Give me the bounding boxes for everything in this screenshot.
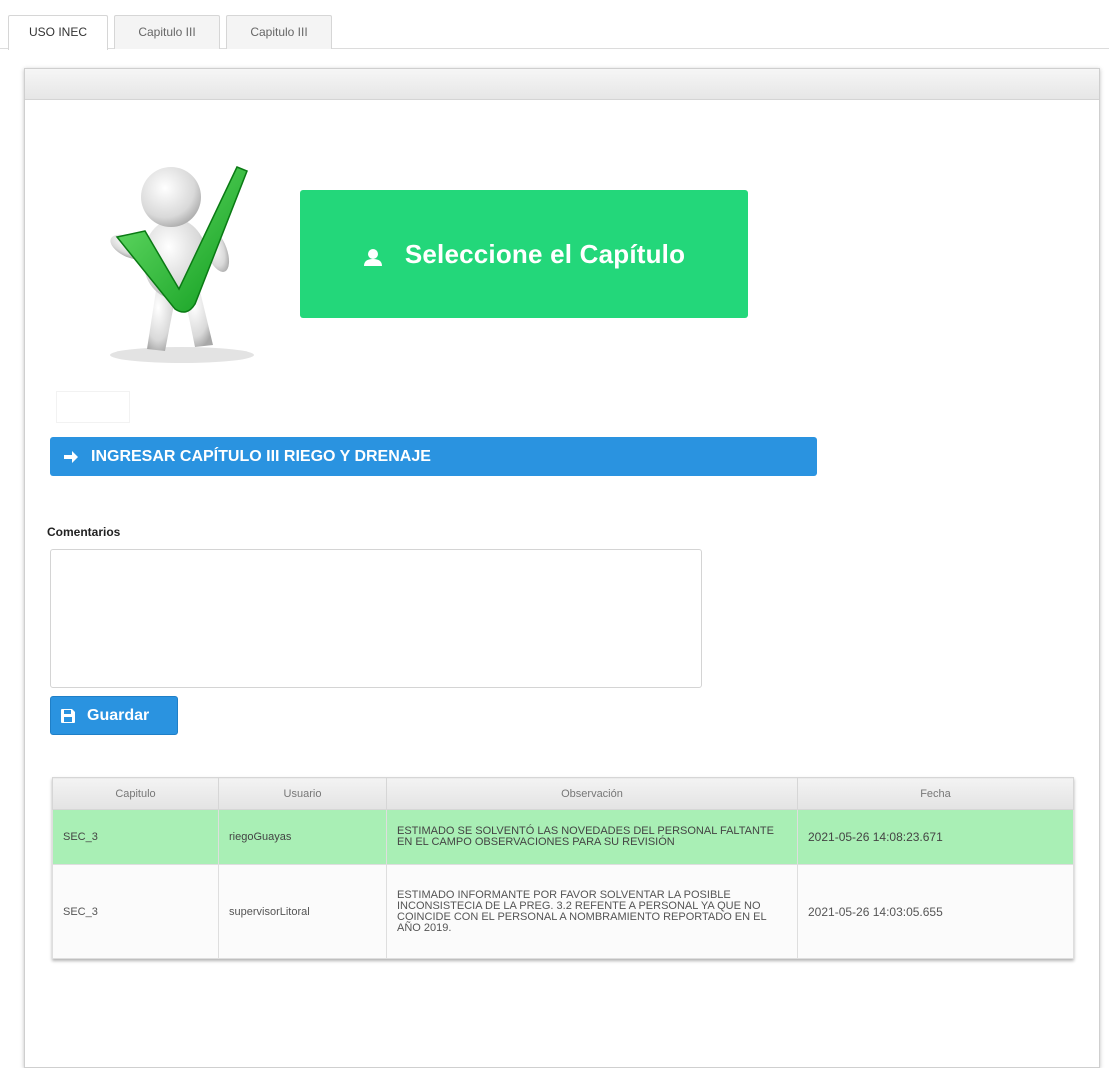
- col-header-usuario[interactable]: Usuario: [218, 777, 387, 810]
- guardar-label: Guardar: [87, 706, 150, 724]
- table-row[interactable]: SEC_3 supervisorLitoral ESTIMADO INFORMA…: [52, 864, 1074, 959]
- guardar-button[interactable]: Guardar: [50, 696, 178, 735]
- cell-capitulo: SEC_3: [52, 864, 219, 959]
- cell-usuario: riegoGuayas: [218, 809, 387, 865]
- table-row[interactable]: SEC_3 riegoGuayas ESTIMADO SE SOLVENTÓ L…: [52, 809, 1074, 865]
- tab-uso-inec[interactable]: USO INEC: [8, 15, 108, 50]
- ingresar-capitulo-label: INGRESAR CAPÍTULO III RIEGO Y DRENAJE: [91, 447, 431, 465]
- col-header-observacion[interactable]: Observación: [386, 777, 798, 810]
- cell-fecha: 2021-05-26 14:03:05.655: [797, 864, 1074, 959]
- content-panel: Seleccione el Capítulo INGRESAR CAPÍTULO…: [24, 68, 1100, 1068]
- tab-bar: USO INEC Capitulo III Capitulo III: [0, 0, 1109, 50]
- user-icon: [363, 242, 383, 273]
- comentarios-label: Comentarios: [47, 525, 121, 539]
- comentarios-textarea[interactable]: [50, 549, 702, 688]
- table-header-row: Capitulo Usuario Observación Fecha: [52, 777, 1074, 810]
- empty-box: [56, 391, 130, 423]
- cell-observacion: ESTIMADO INFORMANTE POR FAVOR SOLVENTAR …: [386, 864, 798, 959]
- floppy-disk-icon: [61, 708, 75, 723]
- panel-header: [25, 69, 1099, 100]
- person-checkmark-illustration: [110, 166, 254, 363]
- col-header-fecha[interactable]: Fecha: [797, 777, 1074, 810]
- observaciones-table: Capitulo Usuario Observación Fecha SEC_3…: [52, 777, 1074, 959]
- select-chapter-button[interactable]: Seleccione el Capítulo: [300, 190, 748, 318]
- tab-capitulo-iii-2[interactable]: Capitulo III: [226, 15, 332, 49]
- cell-observacion: ESTIMADO SE SOLVENTÓ LAS NOVEDADES DEL P…: [386, 809, 798, 865]
- cell-capitulo: SEC_3: [52, 809, 219, 865]
- ingresar-capitulo-button[interactable]: INGRESAR CAPÍTULO III RIEGO Y DRENAJE: [50, 437, 817, 476]
- col-header-capitulo[interactable]: Capitulo: [52, 777, 219, 810]
- cell-fecha: 2021-05-26 14:08:23.671: [797, 809, 1074, 865]
- arrow-right-icon: [63, 450, 79, 464]
- cell-usuario: supervisorLitoral: [218, 864, 387, 959]
- select-chapter-label: Seleccione el Capítulo: [404, 238, 686, 269]
- tab-capitulo-iii-1[interactable]: Capitulo III: [114, 15, 220, 49]
